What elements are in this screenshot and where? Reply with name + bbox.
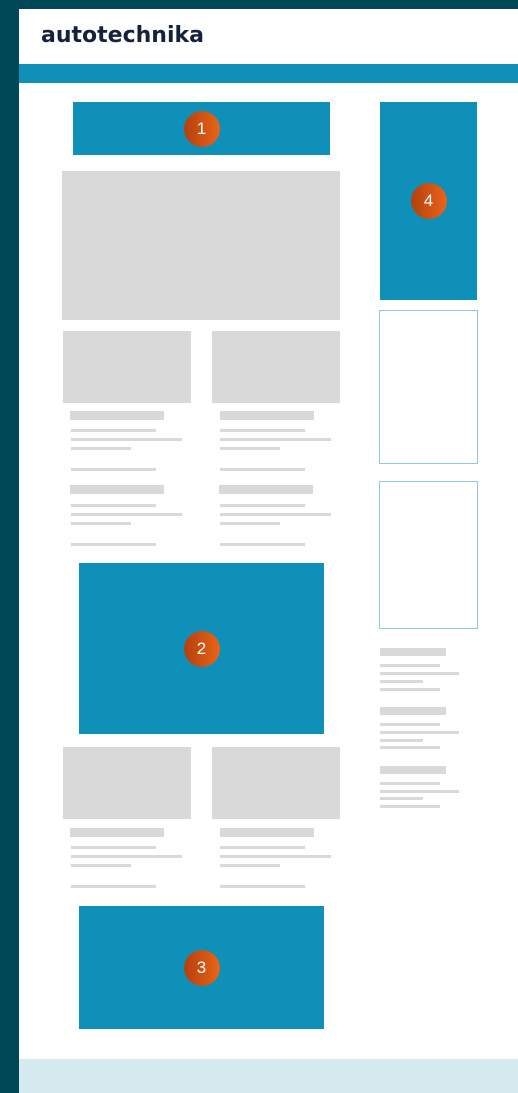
sidebar-widget-box[interactable]: [379, 310, 478, 464]
text-line-placeholder: [380, 731, 459, 734]
text-line-placeholder: [71, 522, 131, 525]
text-line-placeholder: [220, 855, 331, 858]
ad-slot-1[interactable]: 1: [73, 102, 330, 155]
article-thumbnail[interactable]: [63, 331, 191, 403]
site-header: autotechnika: [19, 9, 518, 64]
text-line-placeholder: [380, 805, 440, 808]
text-line-placeholder: [220, 864, 280, 867]
text-line-placeholder: [71, 447, 131, 450]
sidebar-widget-box[interactable]: [379, 481, 478, 629]
text-line-placeholder: [220, 885, 305, 888]
sidebar-item-title-placeholder[interactable]: [380, 707, 446, 715]
text-line-placeholder: [380, 672, 459, 675]
article-thumbnail[interactable]: [212, 747, 340, 819]
text-line-placeholder: [71, 513, 182, 516]
ad-slot-number-badge: 3: [183, 949, 220, 986]
text-line-placeholder: [380, 664, 440, 667]
text-line-placeholder: [71, 885, 156, 888]
ad-slot-number-badge: 1: [183, 110, 220, 147]
text-line-placeholder: [220, 447, 280, 450]
text-line-placeholder: [220, 438, 331, 441]
text-line-placeholder: [71, 438, 182, 441]
text-line-placeholder: [71, 429, 156, 432]
text-line-placeholder: [71, 468, 156, 471]
text-line-placeholder: [380, 746, 440, 749]
text-line-placeholder: [220, 522, 280, 525]
text-line-placeholder: [220, 543, 305, 546]
article-thumbnail[interactable]: [212, 331, 340, 403]
article-title-placeholder[interactable]: [70, 411, 164, 420]
text-line-placeholder: [71, 864, 131, 867]
ad-slot-4[interactable]: 4: [380, 102, 477, 300]
article-title-placeholder[interactable]: [220, 828, 314, 837]
text-line-placeholder: [220, 504, 305, 507]
site-footer: [19, 1059, 518, 1093]
text-line-placeholder: [380, 782, 440, 785]
article-thumbnail[interactable]: [63, 747, 191, 819]
text-line-placeholder: [71, 504, 156, 507]
text-line-placeholder: [380, 680, 423, 683]
article-title-placeholder[interactable]: [70, 828, 164, 837]
page-canvas: autotechnika 1 2 3 4: [19, 9, 518, 1093]
text-line-placeholder: [380, 790, 459, 793]
sidebar-item-title-placeholder[interactable]: [380, 648, 446, 656]
article-title-placeholder[interactable]: [220, 411, 314, 420]
hero-image-placeholder[interactable]: [62, 171, 340, 320]
text-line-placeholder: [220, 846, 305, 849]
text-line-placeholder: [220, 513, 331, 516]
ad-slot-2[interactable]: 2: [79, 563, 324, 734]
text-line-placeholder: [71, 855, 182, 858]
article-title-placeholder[interactable]: [70, 485, 164, 494]
text-line-placeholder: [380, 797, 423, 800]
sidebar-item-title-placeholder[interactable]: [380, 766, 446, 774]
text-line-placeholder: [71, 846, 156, 849]
text-line-placeholder: [380, 739, 423, 742]
ad-slot-number-badge: 4: [410, 183, 447, 219]
text-line-placeholder: [380, 688, 440, 691]
article-title-placeholder[interactable]: [219, 485, 313, 494]
text-line-placeholder: [220, 429, 305, 432]
ad-slot-3[interactable]: 3: [79, 906, 324, 1029]
text-line-placeholder: [71, 543, 156, 546]
site-logo[interactable]: autotechnika: [41, 23, 204, 48]
text-line-placeholder: [220, 468, 305, 471]
ad-slot-number-badge: 2: [183, 630, 220, 667]
text-line-placeholder: [380, 723, 440, 726]
nav-bar[interactable]: [19, 64, 518, 83]
